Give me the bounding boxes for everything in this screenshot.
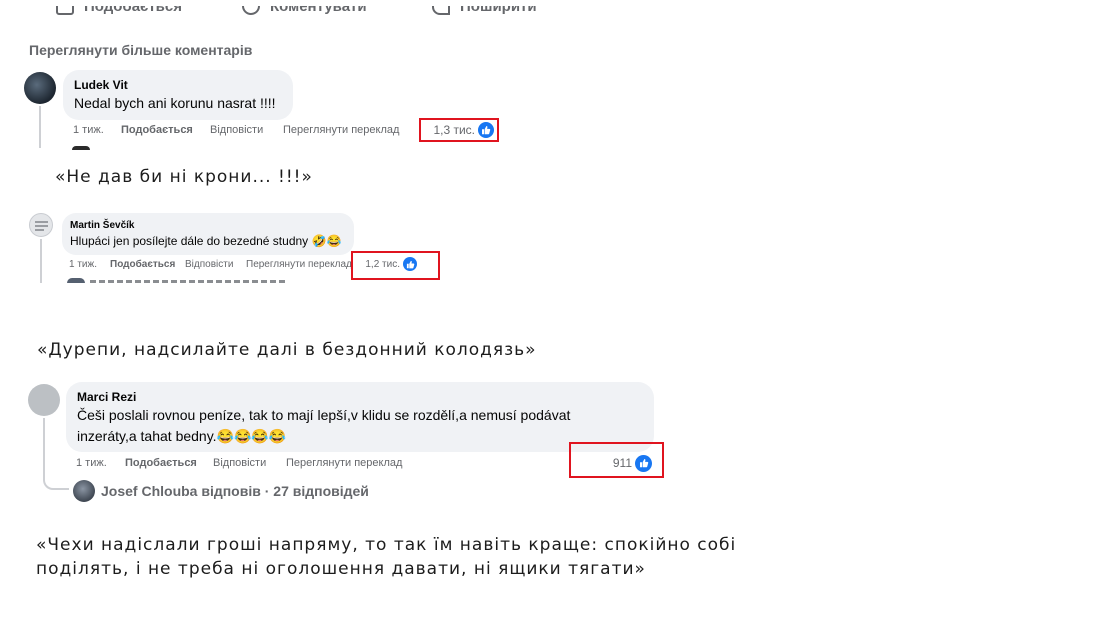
view-more-comments-link[interactable]: Переглянути більше коментарів bbox=[29, 42, 252, 58]
thread-line bbox=[40, 239, 42, 283]
comment-bubble: Ludek Vit Nedal bych ani korunu nasrat !… bbox=[63, 70, 293, 120]
comment-text: Hlupáci jen posílejte dále do bezedné st… bbox=[70, 234, 342, 248]
like-icon bbox=[56, 6, 74, 15]
reply-summary-cutoff bbox=[90, 280, 286, 283]
highlight-box bbox=[419, 118, 499, 142]
comment-text: Nedal bych ani korunu nasrat !!!! bbox=[74, 95, 276, 111]
avatar[interactable] bbox=[29, 213, 53, 237]
comment-meta: 1 тиж. Подобається Відповісти Переглянут… bbox=[73, 124, 399, 136]
like-link[interactable]: Подобається bbox=[121, 124, 210, 136]
thread-line bbox=[39, 106, 41, 148]
comment-author[interactable]: Ludek Vit bbox=[74, 78, 128, 92]
comment-time[interactable]: 1 тиж. bbox=[69, 259, 110, 270]
comment-icon bbox=[242, 6, 260, 15]
translation-quote: «Дурепи, надсилайте далі в бездонний кол… bbox=[37, 340, 537, 360]
translation-quote: «Не дав би ні крони... !!!» bbox=[55, 167, 313, 187]
comment-time[interactable]: 1 тиж. bbox=[73, 124, 121, 136]
like-action[interactable]: Подобається bbox=[56, 6, 182, 15]
share-action[interactable]: Поширити bbox=[432, 6, 537, 15]
translation-quote-line-2: поділять, і не треба ні оголошення дават… bbox=[36, 559, 646, 579]
like-link[interactable]: Подобається bbox=[110, 259, 185, 270]
highlight-box bbox=[351, 251, 440, 280]
translate-link[interactable]: Переглянути переклад bbox=[283, 124, 399, 136]
comment-text-line-1: Češi poslali rovnou peníze, tak to mají … bbox=[77, 407, 571, 423]
reply-avatar bbox=[67, 278, 85, 283]
reply-avatar[interactable] bbox=[73, 480, 95, 502]
highlight-box bbox=[569, 442, 664, 478]
comment-bubble: Martin Ševčík Hlupáci jen posílejte dále… bbox=[62, 213, 354, 255]
like-link[interactable]: Подобається bbox=[125, 457, 213, 469]
comment-bubble: Marci Rezi Češi poslali rovnou peníze, t… bbox=[66, 382, 654, 452]
comment-text-line-2: inzeráty,a tahat bedny.😂😂😂😂 bbox=[77, 428, 287, 444]
comment-meta: 1 тиж. Подобається Відповісти Переглянут… bbox=[76, 457, 402, 469]
comment-meta: 1 тиж. Подобається Відповісти Переглянут… bbox=[69, 259, 352, 270]
translate-link[interactable]: Переглянути переклад bbox=[246, 259, 352, 270]
reply-link[interactable]: Відповісти bbox=[185, 259, 246, 270]
comment-action[interactable]: Коментувати bbox=[242, 6, 367, 15]
comment-author[interactable]: Martin Ševčík bbox=[70, 220, 134, 231]
view-replies-link[interactable]: Josef Chlouba відповів · 27 відповідей bbox=[101, 483, 369, 499]
comment-action-label: Коментувати bbox=[270, 6, 367, 15]
share-icon bbox=[432, 6, 450, 15]
avatar[interactable] bbox=[28, 384, 60, 416]
like-action-label: Подобається bbox=[84, 6, 182, 15]
reply-link[interactable]: Відповісти bbox=[213, 457, 286, 469]
translate-link[interactable]: Переглянути переклад bbox=[286, 457, 402, 469]
share-action-label: Поширити bbox=[460, 6, 537, 15]
post-action-bar: Подобається Коментувати Поширити bbox=[56, 6, 576, 28]
comment-author[interactable]: Marci Rezi bbox=[77, 390, 136, 404]
reply-avatar bbox=[72, 146, 90, 150]
reply-link[interactable]: Відповісти bbox=[210, 124, 283, 136]
comment-time[interactable]: 1 тиж. bbox=[76, 457, 125, 469]
translation-quote-line-1: «Чехи надіслали гроші напряму, то так їм… bbox=[36, 535, 737, 555]
avatar[interactable] bbox=[24, 72, 56, 104]
